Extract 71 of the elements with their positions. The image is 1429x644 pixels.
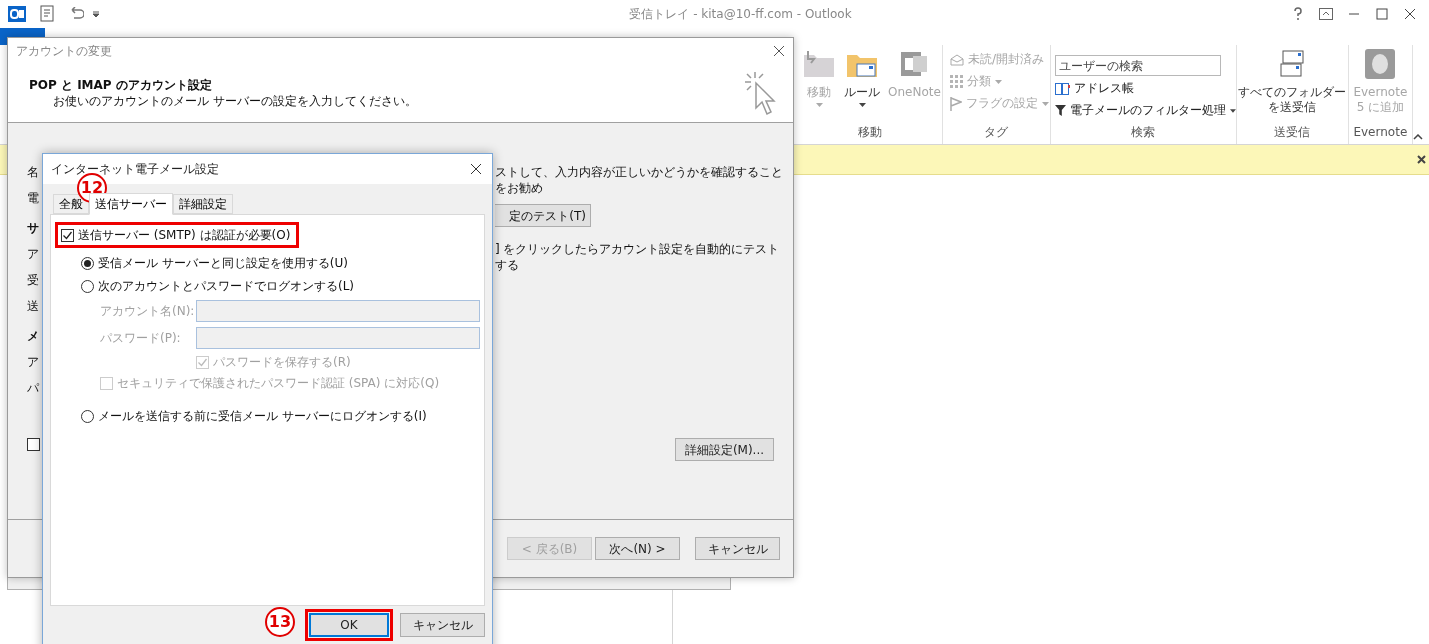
flag-icon (950, 96, 962, 111)
field-label: パ (27, 380, 39, 396)
checkbox[interactable] (61, 228, 74, 242)
dialog-button[interactable]: キャンセル (695, 537, 780, 560)
group-label: Evernote (1352, 124, 1409, 141)
close-icon[interactable] (1403, 7, 1417, 21)
close-icon[interactable] (1417, 155, 1426, 164)
checkbox[interactable] (27, 438, 40, 451)
field-label: 名 (27, 164, 39, 180)
help-icon[interactable] (1291, 7, 1305, 21)
caret-icon (1229, 108, 1236, 113)
group-label: 送受信 (1273, 124, 1312, 141)
caret-icon (1042, 101, 1049, 106)
field-label: 電 (27, 190, 39, 206)
maximize-icon[interactable] (1375, 7, 1389, 21)
address-book-icon (1054, 82, 1070, 95)
search-field[interactable]: ユーザーの検索 (1054, 55, 1221, 76)
caret-icon (995, 79, 1002, 84)
checkbox-label: セキュリティで保護されたパスワード認証 (SPA) に対応(Q) (117, 375, 440, 392)
dialog-heading: POP と IMAP のアカウント設定 (29, 76, 213, 93)
ribbon-button[interactable]: すべてのフォルダー を送受信 (1235, 45, 1350, 123)
envelope-icon (950, 53, 964, 66)
collapse-icon[interactable] (1413, 134, 1423, 140)
close-icon[interactable] (470, 163, 482, 175)
caret-icon[interactable] (92, 10, 100, 18)
dialog-button[interactable]: OK (309, 613, 389, 637)
folder-icon (802, 49, 836, 79)
field-label: パスワード(P): (100, 330, 181, 346)
cursor-icon (743, 69, 779, 116)
radio-button[interactable] (81, 409, 94, 423)
dialog-button[interactable]: キャンセル (400, 613, 485, 637)
tab[interactable]: 詳細設定 (173, 194, 233, 214)
radio-button[interactable] (81, 256, 94, 270)
filter-icon (1054, 104, 1066, 117)
auto-test-label: ] をクリックしたらアカウント設定を自動的にテストする (495, 241, 781, 273)
window-title: 受信トレイ - kita@10-ff.com - Outlook (629, 6, 852, 23)
field-label: ア (27, 354, 39, 370)
tab[interactable]: 送信サーバー (89, 193, 173, 215)
mail-app-icon[interactable] (8, 6, 26, 22)
dialog-button[interactable]: 詳細設定(M)... (675, 438, 774, 461)
radio-label: メールを送信する前に受信メール サーバーにログオンする(I) (98, 408, 427, 425)
dialog-button[interactable]: 次へ(N) > (595, 537, 680, 560)
grid-icon (950, 75, 963, 88)
group-label: タグ (983, 124, 1010, 141)
group-label: 移動 (856, 124, 883, 141)
test-button[interactable]: 定のテスト(T) (495, 204, 591, 227)
field-label: 受 (27, 272, 39, 288)
ribbon-button[interactable]: 電子メールのフィルター処理 (1054, 101, 1236, 120)
radio-label: 受信メール サーバーと同じ設定を使用する(U) (98, 255, 348, 272)
field-label: アカウント名(N): (100, 303, 195, 319)
field-label: サ (27, 220, 39, 236)
radio-button[interactable] (81, 279, 94, 293)
dialog-subheading: お使いのアカウントのメール サーバーの設定を入力してください。 (52, 92, 417, 109)
checkbox-label: パスワードを保存する(R) (213, 354, 351, 371)
notebook-icon (899, 49, 930, 79)
ribbon-button[interactable]: ルール (841, 45, 883, 123)
field-label: ア (27, 246, 39, 262)
caret-icon (815, 103, 823, 107)
test-description: ストして、入力内容が正しいかどうかを確認することをお勧め (495, 164, 784, 196)
field-label: 送 (27, 298, 39, 314)
ribbon-button[interactable]: アドレス帳 (1054, 79, 1236, 98)
group-label: 検索 (1130, 124, 1157, 141)
radio-label: 次のアカウントとパスワードでログオンする(L) (98, 278, 355, 295)
caret-icon (858, 103, 866, 107)
checkbox-label: 送信サーバー (SMTP) は認証が必要(O) (78, 227, 291, 244)
elephant-icon (1365, 49, 1396, 79)
dialog-title: アカウントの変更 (16, 42, 112, 60)
field-label: メ (27, 328, 39, 344)
undo-icon[interactable] (68, 7, 84, 21)
ribbon-display-icon[interactable] (1319, 8, 1333, 20)
close-icon[interactable] (773, 44, 785, 57)
